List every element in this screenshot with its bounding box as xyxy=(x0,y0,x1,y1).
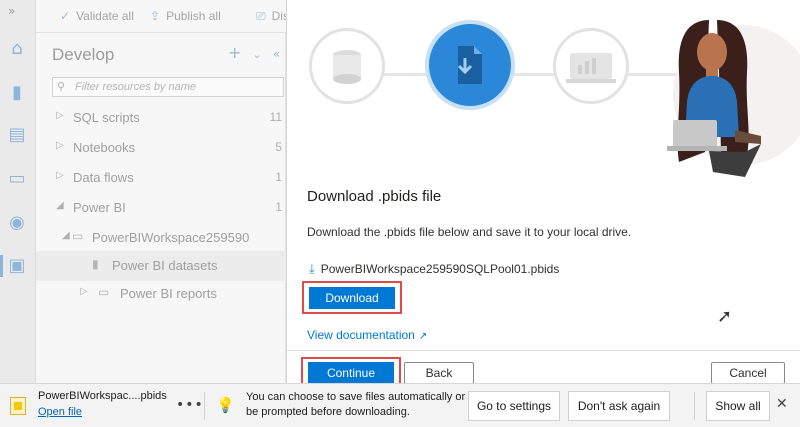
view-documentation-link[interactable]: View documentation ↗ xyxy=(307,328,427,342)
browser-download-bar: PowerBIWorkspac....pbids Open file ••• 💡… xyxy=(0,383,800,427)
tree-item-workspace[interactable]: ◢ ▭ PowerBIWorkspace259590 xyxy=(36,223,286,253)
left-nav-rail: » ⌂ ▮ ▤ ▭ ◉ ▣ xyxy=(0,0,36,383)
downloaded-file-name[interactable]: PowerBIWorkspac....pbids xyxy=(38,390,167,402)
item-count: 1 xyxy=(275,200,282,214)
publish-icon: ⇪ xyxy=(150,9,161,23)
cancel-button[interactable]: Cancel xyxy=(711,362,785,384)
folder-icon: ▭ xyxy=(98,285,110,299)
tree-item-notebooks[interactable]: ▷ Notebooks 5 xyxy=(36,133,286,163)
external-link-icon: ↗ xyxy=(418,331,428,342)
filter-icon: ⚲ xyxy=(57,80,66,93)
download-file-step-icon xyxy=(425,20,515,110)
dont-ask-again-button[interactable]: Don't ask again xyxy=(568,391,670,421)
develop-panel: Develop + ⌄ « ⚲ ▷ SQL scripts 11 ▷ Noteb… xyxy=(36,33,286,383)
home-icon[interactable]: ⌂ xyxy=(6,38,28,60)
chevron-right-icon[interactable]: ▷ xyxy=(56,140,64,151)
data-icon[interactable]: ▮ xyxy=(6,82,28,104)
validate-all-button[interactable]: ✓ Validate all xyxy=(60,9,134,23)
divider xyxy=(204,392,205,420)
dialog-description: Download the .pbids file below and save … xyxy=(307,225,632,239)
footer-divider xyxy=(287,350,800,351)
manage-icon[interactable]: ▣ xyxy=(6,255,28,277)
discard-icon: ⎚ xyxy=(256,9,266,23)
item-count: 1 xyxy=(275,170,282,184)
expand-icon[interactable]: » xyxy=(8,4,15,18)
connect-power-bi-dialog: Download .pbids file Download the .pbids… xyxy=(286,0,800,388)
screen: » ⌂ ▮ ▤ ▭ ◉ ▣ ✓ Validate all ⇪ Publish all… xyxy=(0,0,800,427)
chevron-right-icon[interactable]: ▷ xyxy=(56,110,64,121)
database-step-icon xyxy=(309,28,385,104)
chevron-right-icon[interactable]: ▷ xyxy=(80,286,88,297)
panel-title: Develop xyxy=(52,45,115,64)
tree-item-power-bi-datasets[interactable]: ▮ Power BI datasets xyxy=(36,251,286,281)
close-icon[interactable]: ✕ xyxy=(776,396,788,412)
monitor-icon[interactable]: ◉ xyxy=(6,212,28,234)
tree-item-power-bi[interactable]: ◢ Power BI 1 xyxy=(36,193,286,223)
integrate-icon[interactable]: ▭ xyxy=(6,168,28,190)
collapse-panel-icon[interactable]: « xyxy=(273,47,280,61)
pbids-file-name: PowerBIWorkspace259590SQLPool01.pbids xyxy=(320,262,560,276)
download-button[interactable]: Download xyxy=(309,287,395,309)
panel-actions: + ⌄ « xyxy=(228,43,280,62)
pbids-file-icon xyxy=(10,397,26,415)
show-all-button[interactable]: Show all xyxy=(706,391,770,421)
report-step-icon xyxy=(553,28,629,104)
download-tip-message: You can choose to save files automatical… xyxy=(246,391,466,418)
open-file-link[interactable]: Open file xyxy=(38,406,82,418)
lightbulb-icon: 💡 xyxy=(216,396,235,414)
divider xyxy=(694,392,695,420)
tree-item-data-flows[interactable]: ▷ Data flows 1 xyxy=(36,163,286,193)
chevron-down-icon[interactable]: ◢ xyxy=(62,230,70,241)
publish-all-button[interactable]: ⇪ Publish all xyxy=(150,9,221,23)
dialog-title: Download .pbids file xyxy=(307,188,442,205)
develop-icon[interactable]: ▤ xyxy=(6,124,28,146)
filter-input[interactable] xyxy=(75,79,275,95)
chevron-right-icon[interactable]: ▷ xyxy=(56,170,64,181)
more-options-icon[interactable]: ••• xyxy=(176,397,204,413)
tree-item-power-bi-reports[interactable]: ▷ ▭ Power BI reports xyxy=(36,279,286,309)
person-with-laptop-illustration xyxy=(667,20,761,177)
item-count: 11 xyxy=(269,110,282,124)
continue-button[interactable]: Continue xyxy=(308,362,394,384)
go-to-settings-button[interactable]: Go to settings xyxy=(468,391,560,421)
active-indicator xyxy=(0,255,3,277)
add-resource-icon[interactable]: + xyxy=(228,43,241,62)
checkmark-icon: ✓ xyxy=(60,9,71,23)
chevron-down-icon[interactable]: ◢ xyxy=(56,200,64,211)
mouse-cursor-icon: ➚ xyxy=(717,306,733,327)
download-icon: ⤓ xyxy=(309,262,315,277)
item-count: 5 xyxy=(275,140,282,154)
filter-resources: ⚲ xyxy=(52,77,284,97)
collapse-all-icon[interactable]: ⌄ xyxy=(253,48,262,61)
pbids-file-row: ⤓ PowerBIWorkspace259590SQLPool01.pbids xyxy=(309,262,559,277)
back-button[interactable]: Back xyxy=(404,362,474,384)
workspace-icon: ▭ xyxy=(72,229,84,243)
tree-item-sql-scripts[interactable]: ▷ SQL scripts 11 xyxy=(36,103,286,133)
dataset-icon: ▮ xyxy=(92,257,99,271)
hero-illustration xyxy=(287,0,800,177)
